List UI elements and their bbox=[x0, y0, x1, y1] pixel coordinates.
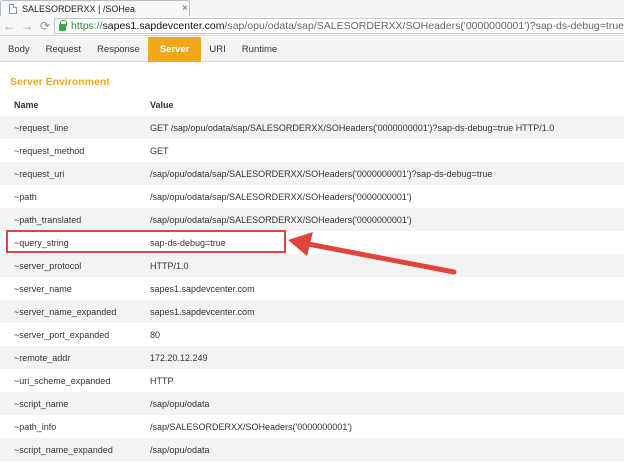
browser-tab-strip: SALESORDERXX | /SOHea × bbox=[0, 0, 624, 16]
table-row: ~query_string sap-ds-debug=true bbox=[0, 231, 624, 254]
table-row: ~path_translated/sap/opu/odata/sap/SALES… bbox=[0, 208, 624, 231]
table-row: ~request_uri/sap/opu/odata/sap/SALESORDE… bbox=[0, 162, 624, 185]
table-row: ~server_protocol HTTP/1.0 bbox=[0, 254, 624, 277]
env-name-cell: ~script_name_expanded bbox=[0, 438, 150, 461]
table-header-row: Name Value bbox=[0, 94, 624, 116]
env-value-cell: /sap/opu/odata bbox=[150, 438, 624, 461]
env-value-cell: sapes1.sapdevcenter.com bbox=[150, 283, 255, 294]
browser-tab[interactable]: SALESORDERXX | /SOHea × bbox=[0, 0, 190, 16]
tab-body[interactable]: Body bbox=[0, 37, 38, 62]
table-row: ~request_method GET bbox=[0, 139, 624, 162]
env-name-cell: ~request_line bbox=[0, 116, 150, 139]
address-bar: ← → ⟳ https:// sapes1.sapdevcenter.com /… bbox=[0, 16, 624, 36]
server-environment-table: Name Value ~request_line GET /sap/opu/oda… bbox=[0, 94, 624, 461]
forward-icon[interactable]: → bbox=[18, 19, 36, 33]
page-icon bbox=[9, 3, 17, 14]
reload-icon[interactable]: ⟳ bbox=[36, 19, 54, 33]
env-name-cell: ~server_port_expanded bbox=[14, 329, 110, 340]
browser-tab-title: SALESORDERXX | /SOHea bbox=[22, 3, 135, 14]
env-name-cell: ~script_name bbox=[0, 392, 150, 415]
url-scheme: https:// bbox=[71, 19, 103, 32]
env-value-cell: /sap/opu/odata/sap/SALESORDERXX/SOHeader… bbox=[150, 162, 624, 185]
env-name-cell: ~query_string bbox=[14, 237, 69, 248]
env-name-cell: ~server_name_expanded bbox=[0, 300, 150, 323]
section-title: Server Environment bbox=[10, 76, 110, 88]
url-path: /sap/opu/odata/sap/SALESORDERXX/SOHeader… bbox=[224, 19, 624, 32]
table-row: ~uri_scheme_expanded HTTP bbox=[0, 369, 624, 392]
tab-server[interactable]: Server bbox=[147, 37, 202, 62]
env-name-cell: ~server_name bbox=[14, 283, 72, 294]
env-value-cell: /sap/opu/odata bbox=[150, 392, 624, 415]
column-header-name: Name bbox=[0, 94, 150, 116]
debug-tabs: Body Request Response Server URI Runtime bbox=[0, 37, 624, 62]
env-value-cell: GET /sap/opu/odata/sap/SALESORDERXX/SOHe… bbox=[150, 116, 624, 139]
env-value-cell: /sap/SALESORDERXX/SOHeaders('0000000001'… bbox=[150, 421, 353, 432]
table-row: ~script_name/sap/opu/odata bbox=[0, 392, 624, 415]
table-row: ~remote_addr 172.20.12.249 bbox=[0, 346, 624, 369]
env-name-cell: ~request_uri bbox=[0, 162, 150, 185]
tab-close-icon[interactable]: × bbox=[182, 3, 188, 14]
tab-runtime[interactable]: Runtime bbox=[234, 37, 285, 62]
env-value-cell: sap-ds-debug=true bbox=[150, 237, 226, 248]
table-row: ~path/sap/opu/odata/sap/SALESORDERXX/SOH… bbox=[0, 185, 624, 208]
env-name-cell: ~path_info bbox=[14, 421, 57, 432]
env-name-cell: ~server_protocol bbox=[0, 254, 150, 277]
column-header-value: Value bbox=[150, 94, 624, 116]
table-row: ~request_line GET /sap/opu/odata/sap/SALE… bbox=[0, 116, 624, 139]
env-value-cell: 172.20.12.249 bbox=[150, 346, 624, 369]
url-input[interactable]: https:// sapes1.sapdevcenter.com /sap/op… bbox=[54, 17, 624, 34]
env-value-cell: 80 bbox=[150, 329, 161, 340]
table-row: ~server_name_expanded sapes1.sapdevcenter… bbox=[0, 300, 624, 323]
tab-request[interactable]: Request bbox=[38, 37, 89, 62]
env-name-cell: ~request_method bbox=[14, 145, 85, 156]
table-row: ~path_info/sap/SALESORDERXX/SOHeaders('0… bbox=[0, 415, 624, 438]
env-name-cell: ~path_translated bbox=[0, 208, 150, 231]
back-icon[interactable]: ← bbox=[0, 19, 18, 33]
lock-icon bbox=[59, 19, 68, 31]
tab-response[interactable]: Response bbox=[89, 37, 148, 62]
env-name-cell: ~remote_addr bbox=[0, 346, 150, 369]
table-row: ~server_port_expanded 80 bbox=[0, 323, 624, 346]
tab-uri[interactable]: URI bbox=[201, 37, 233, 62]
url-host: sapes1.sapdevcenter.com bbox=[102, 19, 225, 32]
env-name-cell: ~uri_scheme_expanded bbox=[14, 375, 111, 386]
env-value-cell: /sap/opu/odata/sap/SALESORDERXX/SOHeader… bbox=[150, 191, 412, 202]
env-value-cell: /sap/opu/odata/sap/SALESORDERXX/SOHeader… bbox=[150, 208, 624, 231]
env-name-cell: ~path bbox=[14, 191, 37, 202]
table-row: ~script_name_expanded/sap/opu/odata bbox=[0, 438, 624, 461]
env-value-cell: sapes1.sapdevcenter.com bbox=[150, 300, 624, 323]
env-value-cell: HTTP bbox=[150, 375, 174, 386]
env-value-cell: HTTP/1.0 bbox=[150, 254, 624, 277]
env-value-cell: GET bbox=[150, 145, 169, 156]
table-row: ~server_name sapes1.sapdevcenter.com bbox=[0, 277, 624, 300]
